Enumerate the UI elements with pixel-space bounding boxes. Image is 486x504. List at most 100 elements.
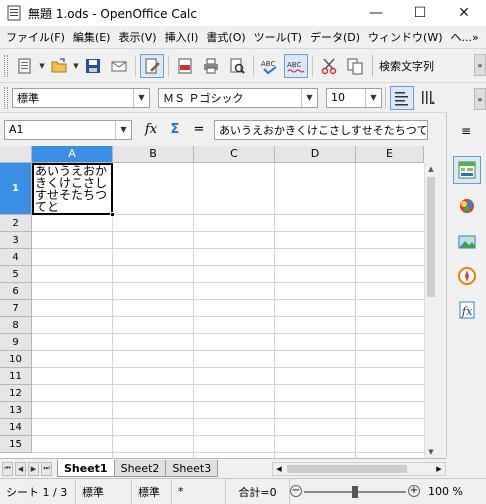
font-name-select[interactable]: ＭＳ Ｐゴシック ▼: [158, 87, 318, 108]
toolbar-grip[interactable]: [4, 54, 8, 77]
chevron-down-icon[interactable]: ▼: [115, 120, 131, 139]
horizontal-scrollbar[interactable]: ◀ ▶: [272, 462, 446, 476]
menu-window[interactable]: ウィンドウ(W): [364, 29, 446, 45]
spreadsheet-grid[interactable]: A B C D E 1 2 3 4 5 6 7 8 9 10 11 12 13 …: [0, 146, 436, 458]
zoom-out-icon[interactable]: −: [290, 484, 302, 497]
row-header-2[interactable]: 2: [0, 215, 32, 232]
selection-mode[interactable]: 標準: [132, 478, 172, 504]
first-sheet-icon[interactable]: ⏮: [2, 461, 13, 476]
name-box[interactable]: A1 ▼: [4, 119, 132, 140]
cell-a1[interactable]: あいうえおかきくけこさしすせそたちつてと: [32, 163, 113, 215]
spellcheck-icon[interactable]: ABC: [258, 54, 282, 78]
cut-icon[interactable]: [317, 54, 341, 78]
print-icon[interactable]: [199, 54, 223, 78]
vertical-scroll-thumb[interactable]: [427, 177, 435, 297]
row-header-7[interactable]: 7: [0, 300, 32, 317]
menu-data[interactable]: データ(D): [306, 29, 364, 45]
column-header-d[interactable]: D: [275, 146, 356, 163]
maximize-button[interactable]: ☐: [398, 0, 442, 26]
formula-input[interactable]: あいうえおかきくけこさしすせそたちつてと: [214, 119, 428, 140]
row-header-8[interactable]: 8: [0, 317, 32, 334]
chevron-down-icon[interactable]: ▼: [365, 88, 381, 107]
zoom-in-icon[interactable]: +: [408, 484, 420, 497]
row-header-3[interactable]: 3: [0, 232, 32, 249]
menu-insert[interactable]: 挿入(I): [161, 29, 203, 45]
column-header-e[interactable]: E: [356, 146, 424, 163]
column-header-a[interactable]: A: [32, 146, 113, 163]
sheet-tab-2[interactable]: Sheet2: [113, 460, 167, 477]
email-icon[interactable]: [107, 54, 131, 78]
autospellcheck-icon[interactable]: ABC: [284, 53, 308, 78]
sum-status[interactable]: 合計=0: [226, 478, 290, 504]
scroll-up-icon[interactable]: ▲: [425, 163, 437, 175]
menu-file[interactable]: ファイル(F): [2, 29, 69, 45]
export-pdf-icon[interactable]: [173, 54, 197, 78]
chevron-down-icon[interactable]: ▼: [133, 88, 149, 107]
save-icon[interactable]: [81, 54, 105, 78]
scroll-left-icon[interactable]: ◀: [273, 463, 285, 475]
function-wizard-icon[interactable]: fx: [140, 119, 162, 141]
menu-tools[interactable]: ツール(T): [250, 29, 306, 45]
cell-style-select[interactable]: 標準 ▼: [12, 87, 150, 108]
toolbar-overflow-icon[interactable]: »: [474, 54, 486, 76]
row-header-15[interactable]: 15: [0, 436, 32, 453]
styles-icon[interactable]: [453, 192, 481, 220]
scroll-right-icon[interactable]: ▶: [433, 463, 445, 475]
equals-icon[interactable]: =: [188, 119, 210, 141]
row-header-11[interactable]: 11: [0, 368, 32, 385]
vertical-split-handle[interactable]: [424, 146, 436, 163]
zoom-slider[interactable]: − +: [290, 479, 420, 504]
last-sheet-icon[interactable]: ⏭: [41, 461, 52, 476]
row-header-13[interactable]: 13: [0, 402, 32, 419]
next-sheet-icon[interactable]: ▶: [28, 461, 39, 476]
sheet-tab-1[interactable]: Sheet1: [57, 460, 115, 477]
functions-icon[interactable]: fx: [453, 296, 481, 324]
zoom-knob[interactable]: [352, 485, 358, 498]
row-header-14[interactable]: 14: [0, 419, 32, 436]
find-text-label[interactable]: 検索文字列: [372, 54, 454, 77]
sum-icon[interactable]: Σ: [164, 119, 186, 141]
document-modified[interactable]: *: [172, 478, 226, 504]
menu-help[interactable]: ヘ...»: [447, 29, 483, 45]
new-dropdown-icon[interactable]: ▼: [38, 62, 46, 70]
navigator-icon[interactable]: [453, 262, 481, 290]
row-header-5[interactable]: 5: [0, 266, 32, 283]
new-icon[interactable]: [13, 54, 37, 78]
horizontal-scroll-thumb[interactable]: [287, 465, 407, 473]
vertical-scrollbar[interactable]: ▲ ▼: [424, 163, 436, 458]
row-header-9[interactable]: 9: [0, 334, 32, 351]
page-style[interactable]: 標準: [76, 478, 132, 504]
sheet-tab-3[interactable]: Sheet3: [165, 460, 219, 477]
row-header-1[interactable]: 1: [0, 163, 32, 215]
row-header-10[interactable]: 10: [0, 351, 32, 368]
toolbar-grip[interactable]: [4, 86, 8, 109]
close-button[interactable]: ✕: [442, 0, 486, 26]
scroll-down-icon[interactable]: ▼: [425, 446, 437, 458]
menu-view[interactable]: 表示(V): [114, 29, 160, 45]
print-preview-icon[interactable]: [225, 54, 249, 78]
font-size-select[interactable]: 10 ▼: [326, 87, 382, 108]
minimize-button[interactable]: —: [354, 0, 398, 26]
column-header-c[interactable]: C: [194, 146, 275, 163]
menu-edit[interactable]: 編集(E): [69, 29, 115, 45]
chevron-down-icon[interactable]: ▼: [301, 88, 317, 107]
menu-format[interactable]: 書式(O): [202, 29, 249, 45]
row-header-12[interactable]: 12: [0, 385, 32, 402]
previous-sheet-icon[interactable]: ◀: [15, 461, 26, 476]
open-dropdown-icon[interactable]: ▼: [72, 62, 80, 70]
row-header-6[interactable]: 6: [0, 283, 32, 300]
wrap-text-icon[interactable]: [390, 85, 414, 110]
open-icon[interactable]: [47, 54, 71, 78]
copy-icon[interactable]: [343, 54, 367, 78]
column-header-b[interactable]: B: [113, 146, 194, 163]
properties-icon[interactable]: [453, 156, 481, 184]
sidebar-menu-icon[interactable]: ≡: [457, 122, 475, 140]
row-header-4[interactable]: 4: [0, 249, 32, 266]
fill-handle[interactable]: [110, 212, 115, 217]
toolbar-overflow-icon[interactable]: »: [474, 88, 486, 110]
zoom-level[interactable]: 100 %: [420, 479, 469, 504]
select-all-corner[interactable]: [0, 146, 32, 163]
edit-file-icon[interactable]: [140, 53, 164, 78]
vertical-text-icon[interactable]: [416, 86, 440, 110]
gallery-icon[interactable]: [453, 228, 481, 256]
